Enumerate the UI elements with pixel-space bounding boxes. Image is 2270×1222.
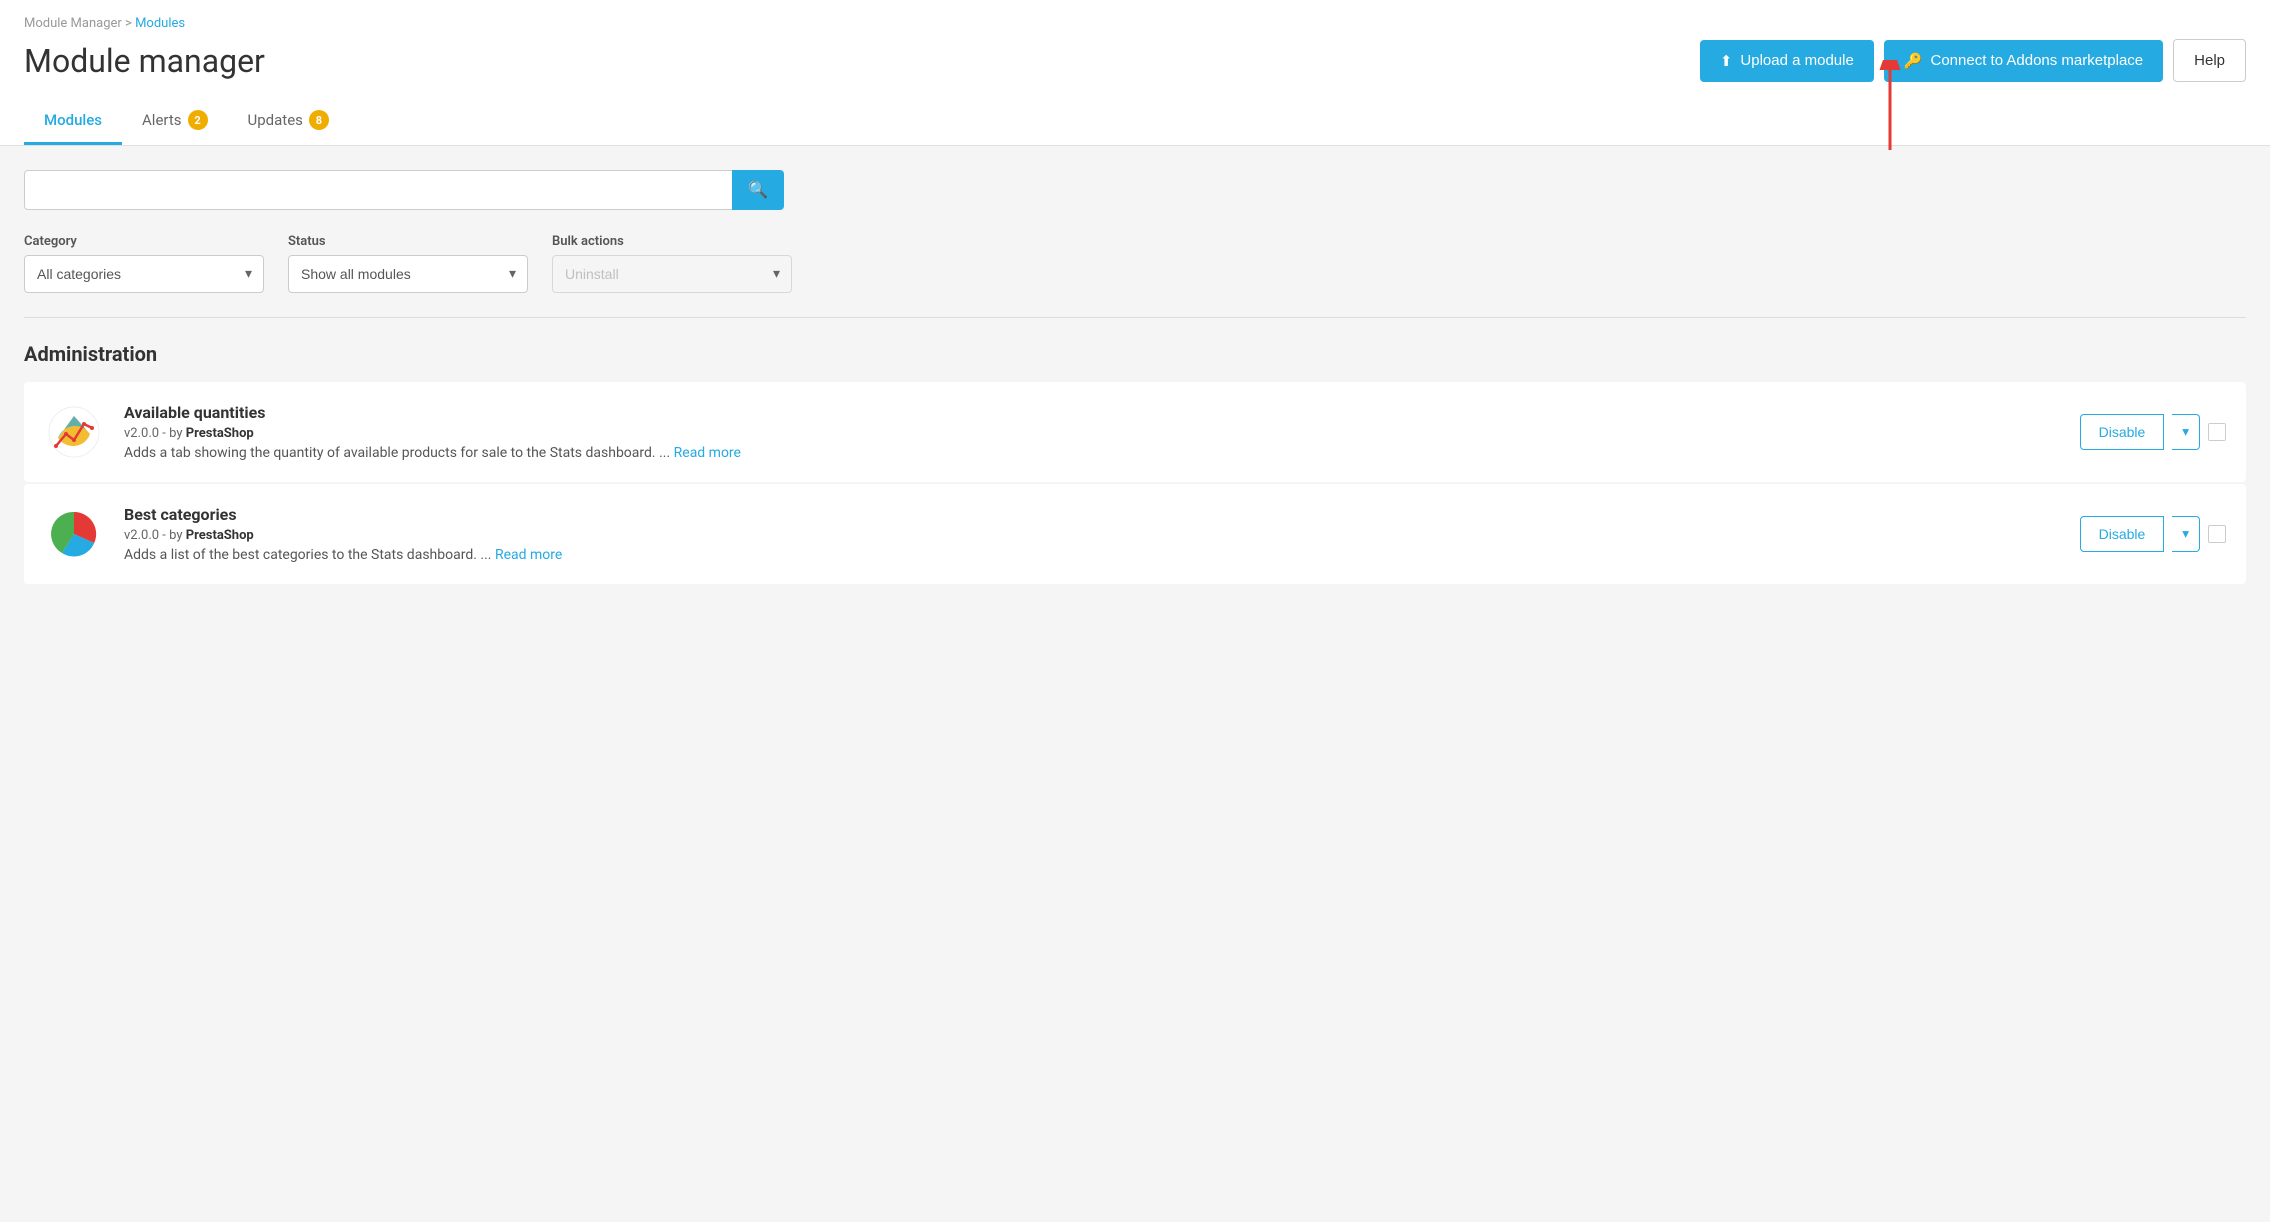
chevron-down-icon-2: ▾ bbox=[2182, 526, 2189, 541]
module-meta-2: v2.0.0 - by PrestaShop bbox=[124, 528, 2060, 543]
page-title: Module manager bbox=[24, 42, 265, 80]
tab-updates[interactable]: Updates 8 bbox=[228, 98, 349, 145]
read-more-link-1[interactable]: Read more bbox=[674, 445, 741, 461]
module-name: Available quantities bbox=[124, 403, 2060, 422]
module-info-best-categories: Best categories v2.0.0 - by PrestaShop A… bbox=[124, 505, 2060, 563]
bulk-actions-group: Bulk actions Uninstall Disable Enable bbox=[552, 234, 792, 293]
module-card-best-categories: Best categories v2.0.0 - by PrestaShop A… bbox=[24, 484, 2246, 584]
help-button[interactable]: Help bbox=[2173, 39, 2246, 82]
updates-badge: 8 bbox=[309, 110, 329, 130]
search-button[interactable]: 🔍 bbox=[732, 170, 784, 210]
module-name-2: Best categories bbox=[124, 505, 2060, 524]
search-input[interactable] bbox=[24, 170, 732, 210]
administration-section: Administration bbox=[24, 342, 2246, 584]
connect-addons-button[interactable]: 🔑 Connect to Addons marketplace bbox=[1884, 40, 2163, 82]
section-title: Administration bbox=[24, 342, 2246, 366]
module-checkbox-2[interactable] bbox=[2208, 525, 2226, 543]
status-select[interactable]: Show all modules Enabled modules Disable… bbox=[288, 255, 528, 293]
dropdown-button-2[interactable]: ▾ bbox=[2172, 516, 2200, 552]
dropdown-button-1[interactable]: ▾ bbox=[2172, 414, 2200, 450]
status-filter-group: Status Show all modules Enabled modules … bbox=[288, 234, 528, 293]
category-select[interactable]: All categories Administration Analytics … bbox=[24, 255, 264, 293]
breadcrumb-parent: Module Manager bbox=[24, 16, 122, 31]
module-desc-2: Adds a list of the best categories to th… bbox=[124, 547, 2060, 563]
search-icon: 🔍 bbox=[748, 182, 768, 199]
module-icon-available-quantities bbox=[44, 402, 104, 462]
disable-button-2[interactable]: Disable bbox=[2080, 516, 2165, 552]
category-label: Category bbox=[24, 234, 264, 249]
breadcrumb: Module Manager > Modules bbox=[24, 16, 2246, 31]
module-desc: Adds a tab showing the quantity of avail… bbox=[124, 445, 2060, 461]
module-checkbox-1[interactable] bbox=[2208, 423, 2226, 441]
bulk-select-wrapper: Uninstall Disable Enable bbox=[552, 255, 792, 293]
chevron-down-icon: ▾ bbox=[2182, 424, 2189, 439]
tabs: Modules Alerts 2 Updates 8 bbox=[24, 98, 2246, 145]
read-more-link-2[interactable]: Read more bbox=[495, 547, 562, 563]
category-select-wrapper: All categories Administration Analytics … bbox=[24, 255, 264, 293]
tab-modules[interactable]: Modules bbox=[24, 98, 122, 145]
tab-alerts[interactable]: Alerts 2 bbox=[122, 98, 228, 145]
bulk-actions-select[interactable]: Uninstall Disable Enable bbox=[552, 255, 792, 293]
upload-module-button[interactable]: ⬆ Upload a module bbox=[1700, 40, 1874, 82]
content-area: 🔍 Category All categories Administration… bbox=[0, 146, 2270, 610]
status-label: Status bbox=[288, 234, 528, 249]
search-row: 🔍 bbox=[24, 170, 784, 210]
upload-icon: ⬆ bbox=[1720, 52, 1733, 70]
module-meta: v2.0.0 - by PrestaShop bbox=[124, 426, 2060, 441]
breadcrumb-current[interactable]: Modules bbox=[135, 16, 185, 31]
module-card-available-quantities: Available quantities v2.0.0 - by PrestaS… bbox=[24, 382, 2246, 482]
bulk-actions-label: Bulk actions bbox=[552, 234, 792, 249]
filters-row: Category All categories Administration A… bbox=[24, 234, 2246, 293]
disable-button-1[interactable]: Disable bbox=[2080, 414, 2165, 450]
module-info-available-quantities: Available quantities v2.0.0 - by PrestaS… bbox=[124, 403, 2060, 461]
alerts-badge: 2 bbox=[188, 110, 208, 130]
key-icon: 🔑 bbox=[1904, 52, 1923, 70]
section-divider bbox=[24, 317, 2246, 318]
module-actions-1: Disable ▾ bbox=[2080, 414, 2226, 450]
module-icon-best-categories bbox=[44, 504, 104, 564]
breadcrumb-separator: > bbox=[125, 16, 135, 31]
header-buttons: ⬆ Upload a module 🔑 Connect to Addons ma… bbox=[1700, 39, 2246, 82]
category-filter-group: Category All categories Administration A… bbox=[24, 234, 264, 293]
module-actions-2: Disable ▾ bbox=[2080, 516, 2226, 552]
status-select-wrapper: Show all modules Enabled modules Disable… bbox=[288, 255, 528, 293]
